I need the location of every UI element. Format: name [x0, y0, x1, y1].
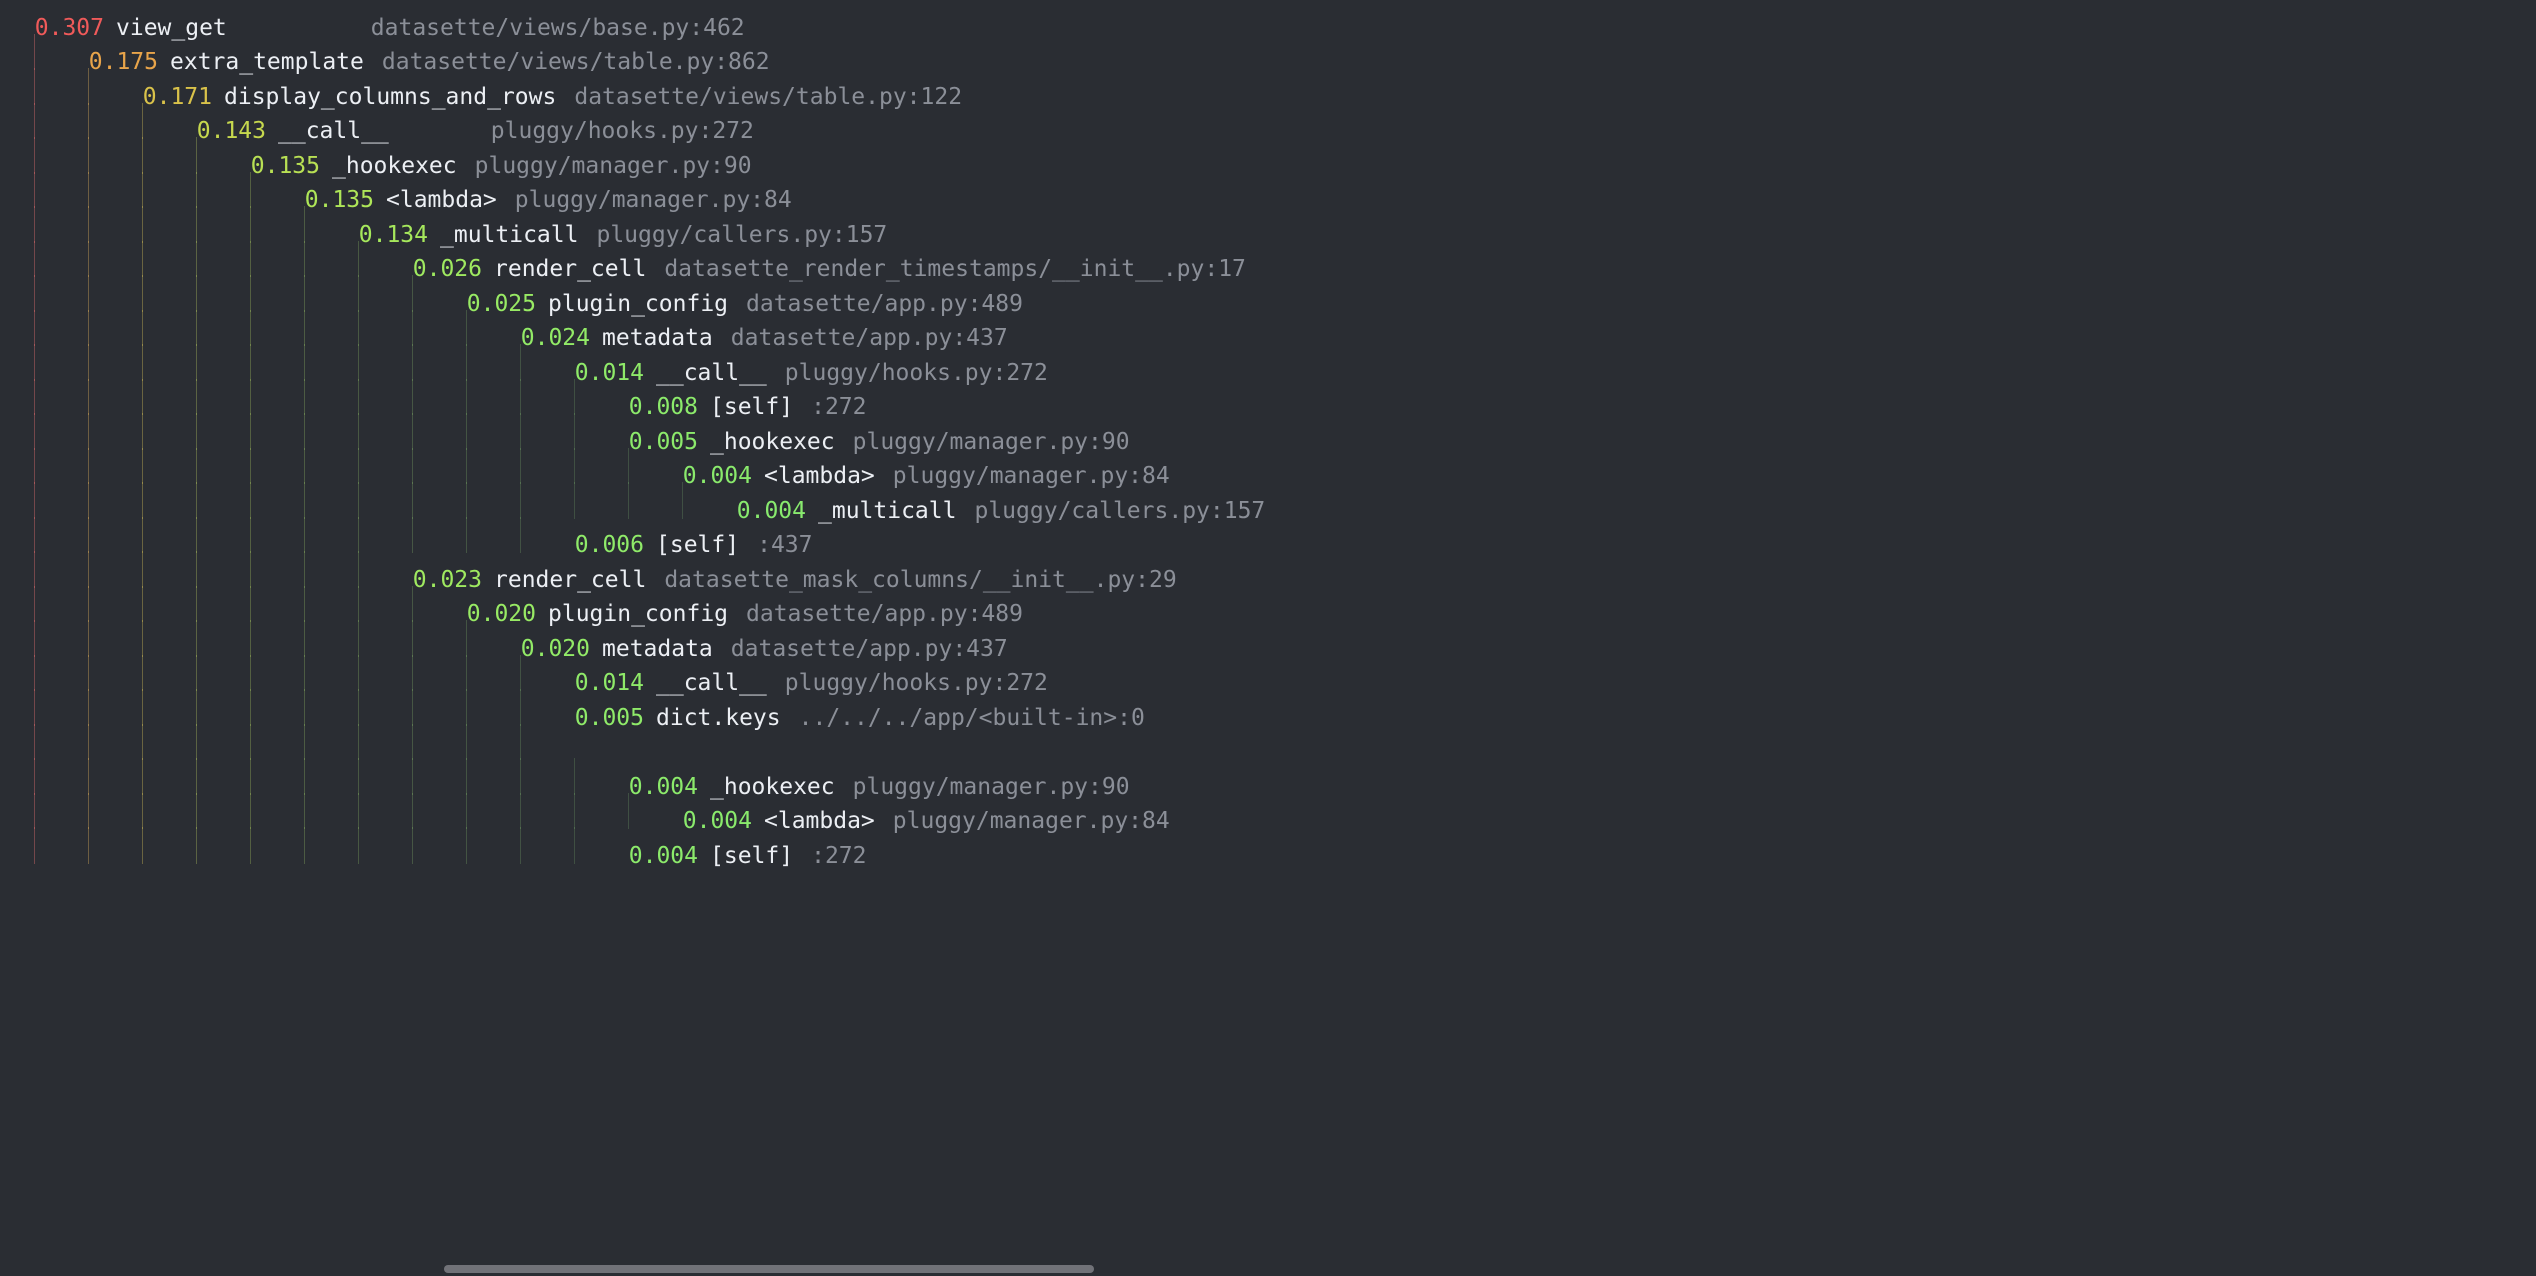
horizontal-scrollbar-thumb[interactable] — [444, 1265, 1094, 1273]
tree-guides — [34, 552, 412, 587]
frame-function-name: metadata — [602, 632, 713, 667]
frame-location: pluggy/callers.py:157 — [596, 218, 887, 253]
frame-location: datasette_render_timestamps/__init__.py:… — [664, 252, 1246, 287]
frame-location: pluggy/hooks.py:272 — [785, 666, 1048, 701]
tree-guides — [34, 759, 628, 794]
tree-guides — [34, 276, 466, 311]
frame-time: 0.004 — [628, 839, 698, 874]
frame-location: pluggy/hooks.py:272 — [785, 356, 1048, 391]
tree-guides — [34, 173, 304, 208]
tree-guides — [34, 725, 574, 760]
frame-location: datasette_mask_columns/__init__.py:29 — [664, 563, 1176, 598]
frame-function-name: render_cell — [494, 252, 646, 287]
tree-guides — [34, 242, 412, 277]
call-tree-row[interactable]: 0.004_hookexecpluggy/manager.py:90 — [34, 759, 1265, 794]
frame-function-name: _hookexec — [710, 770, 835, 805]
frame-function-name: dict.keys — [656, 701, 781, 736]
tree-guides — [34, 311, 520, 346]
frame-location: datasette/app.py:489 — [746, 597, 1023, 632]
frame-location: :437 — [757, 528, 812, 563]
frame-location: pluggy/manager.py:90 — [853, 770, 1130, 805]
frame-location: datasette/app.py:437 — [731, 632, 1008, 667]
frame-function-name: display_columns_and_rows — [224, 80, 556, 115]
frame-time: 0.008 — [628, 390, 698, 425]
frame-location: datasette/views/table.py:862 — [382, 45, 770, 80]
frame-function-name: __call__ — [656, 666, 767, 701]
frame-location: :272 — [811, 839, 866, 874]
frame-function-name: __call__ — [656, 356, 767, 391]
tree-guides — [34, 828, 628, 863]
frame-location: pluggy/manager.py:84 — [893, 459, 1170, 494]
frame-time: 0.014 — [574, 666, 644, 701]
frame-location: :272 — [811, 390, 866, 425]
frame-location: pluggy/hooks.py:272 — [491, 114, 754, 149]
frame-time: 0.004 — [736, 494, 806, 529]
frame-function-name: [self] — [710, 839, 793, 874]
tree-guides — [34, 380, 628, 415]
frame-function-name: render_cell — [494, 563, 646, 598]
call-tree-row[interactable]: 0.023render_celldatasette_mask_columns/_… — [34, 552, 1265, 587]
frame-location: pluggy/manager.py:84 — [893, 804, 1170, 839]
frame-function-name: plugin_config — [548, 287, 728, 322]
frame-function-name: _multicall — [440, 218, 578, 253]
frame-function-name: _hookexec — [710, 425, 835, 460]
frame-function-name: <lambda> — [764, 459, 875, 494]
frame-function-name: metadata — [602, 321, 713, 356]
frame-function-name: __call__ — [278, 114, 473, 149]
call-tree-row[interactable]: 0.008[self]:272 — [34, 380, 1265, 415]
frame-time: 0.004 — [682, 804, 752, 839]
frame-function-name: [self] — [710, 390, 793, 425]
tree-guides — [34, 794, 682, 829]
tree-guides — [34, 449, 682, 484]
frame-location: datasette/app.py:489 — [746, 287, 1023, 322]
frame-location: datasette/app.py:437 — [731, 321, 1008, 356]
call-tree-row[interactable]: 0.307view_getdatasette/views/base.py:462 — [34, 0, 1265, 35]
frame-function-name: <lambda> — [764, 804, 875, 839]
frame-function-name: _multicall — [818, 494, 956, 529]
frame-time: 0.006 — [574, 528, 644, 563]
tree-guides — [34, 621, 520, 656]
frame-function-name: extra_template — [170, 45, 364, 80]
horizontal-scrollbar-track[interactable] — [444, 1262, 2536, 1276]
frame-function-name: plugin_config — [548, 597, 728, 632]
tree-guides — [34, 138, 250, 173]
frame-function-name: <lambda> — [386, 183, 497, 218]
tree-guides — [34, 345, 574, 380]
frame-location: pluggy/manager.py:90 — [853, 425, 1130, 460]
frame-location: datasette/views/base.py:462 — [371, 11, 745, 46]
frame-location: datasette/views/table.py:122 — [574, 80, 962, 115]
profiler-call-tree: 0.307view_getdatasette/views/base.py:462… — [34, 0, 1265, 863]
call-tree-row[interactable]: 0.005dict.keys../../../app/<built-in>:0 — [34, 690, 1265, 725]
frame-function-name: [self] — [656, 528, 739, 563]
frame-time: 0.005 — [574, 701, 644, 736]
tree-guides — [34, 69, 142, 104]
frame-function-name: _hookexec — [332, 149, 457, 184]
tree-guides — [34, 587, 466, 622]
frame-location: pluggy/manager.py:90 — [475, 149, 752, 184]
frame-location: pluggy/callers.py:157 — [974, 494, 1265, 529]
frame-location: ../../../app/<built-in>:0 — [799, 701, 1145, 736]
tree-guides — [34, 207, 358, 242]
tree-guides — [34, 656, 574, 691]
tree-guides — [34, 690, 574, 725]
frame-function-name: view_get — [116, 11, 353, 46]
tree-guides — [34, 35, 88, 70]
tree-guides — [34, 518, 574, 553]
frame-location: pluggy/manager.py:84 — [515, 183, 792, 218]
tree-guides — [34, 414, 628, 449]
tree-guides — [34, 483, 736, 518]
tree-guides — [34, 104, 196, 139]
